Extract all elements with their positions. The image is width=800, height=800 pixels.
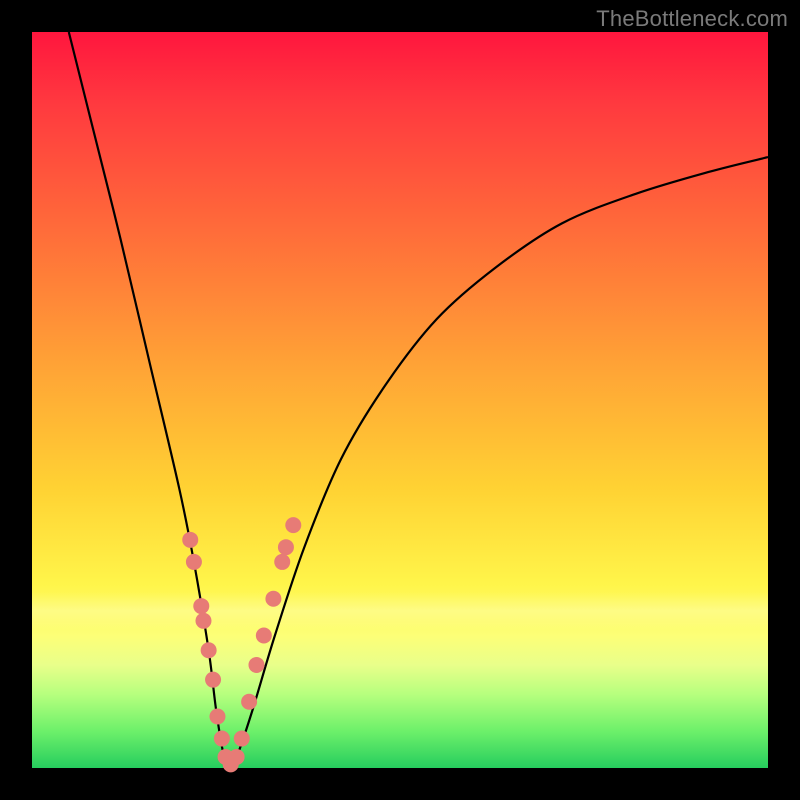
data-marker (186, 554, 202, 570)
data-marker (201, 642, 217, 658)
data-marker (209, 708, 225, 724)
watermark-text: TheBottleneck.com (596, 6, 788, 32)
data-marker (229, 749, 245, 765)
data-marker (195, 613, 211, 629)
data-marker (214, 731, 230, 747)
bottleneck-curve-path (69, 32, 768, 768)
data-marker (248, 657, 264, 673)
data-marker (234, 731, 250, 747)
chart-svg (32, 32, 768, 768)
data-marker (193, 598, 209, 614)
data-marker (205, 672, 221, 688)
data-marker (285, 517, 301, 533)
data-marker (241, 694, 257, 710)
data-marker (274, 554, 290, 570)
data-marker (256, 628, 272, 644)
chart-frame: TheBottleneck.com (0, 0, 800, 800)
data-marker (278, 539, 294, 555)
marker-group (182, 517, 301, 772)
data-marker (182, 532, 198, 548)
plot-area (32, 32, 768, 768)
data-marker (265, 591, 281, 607)
